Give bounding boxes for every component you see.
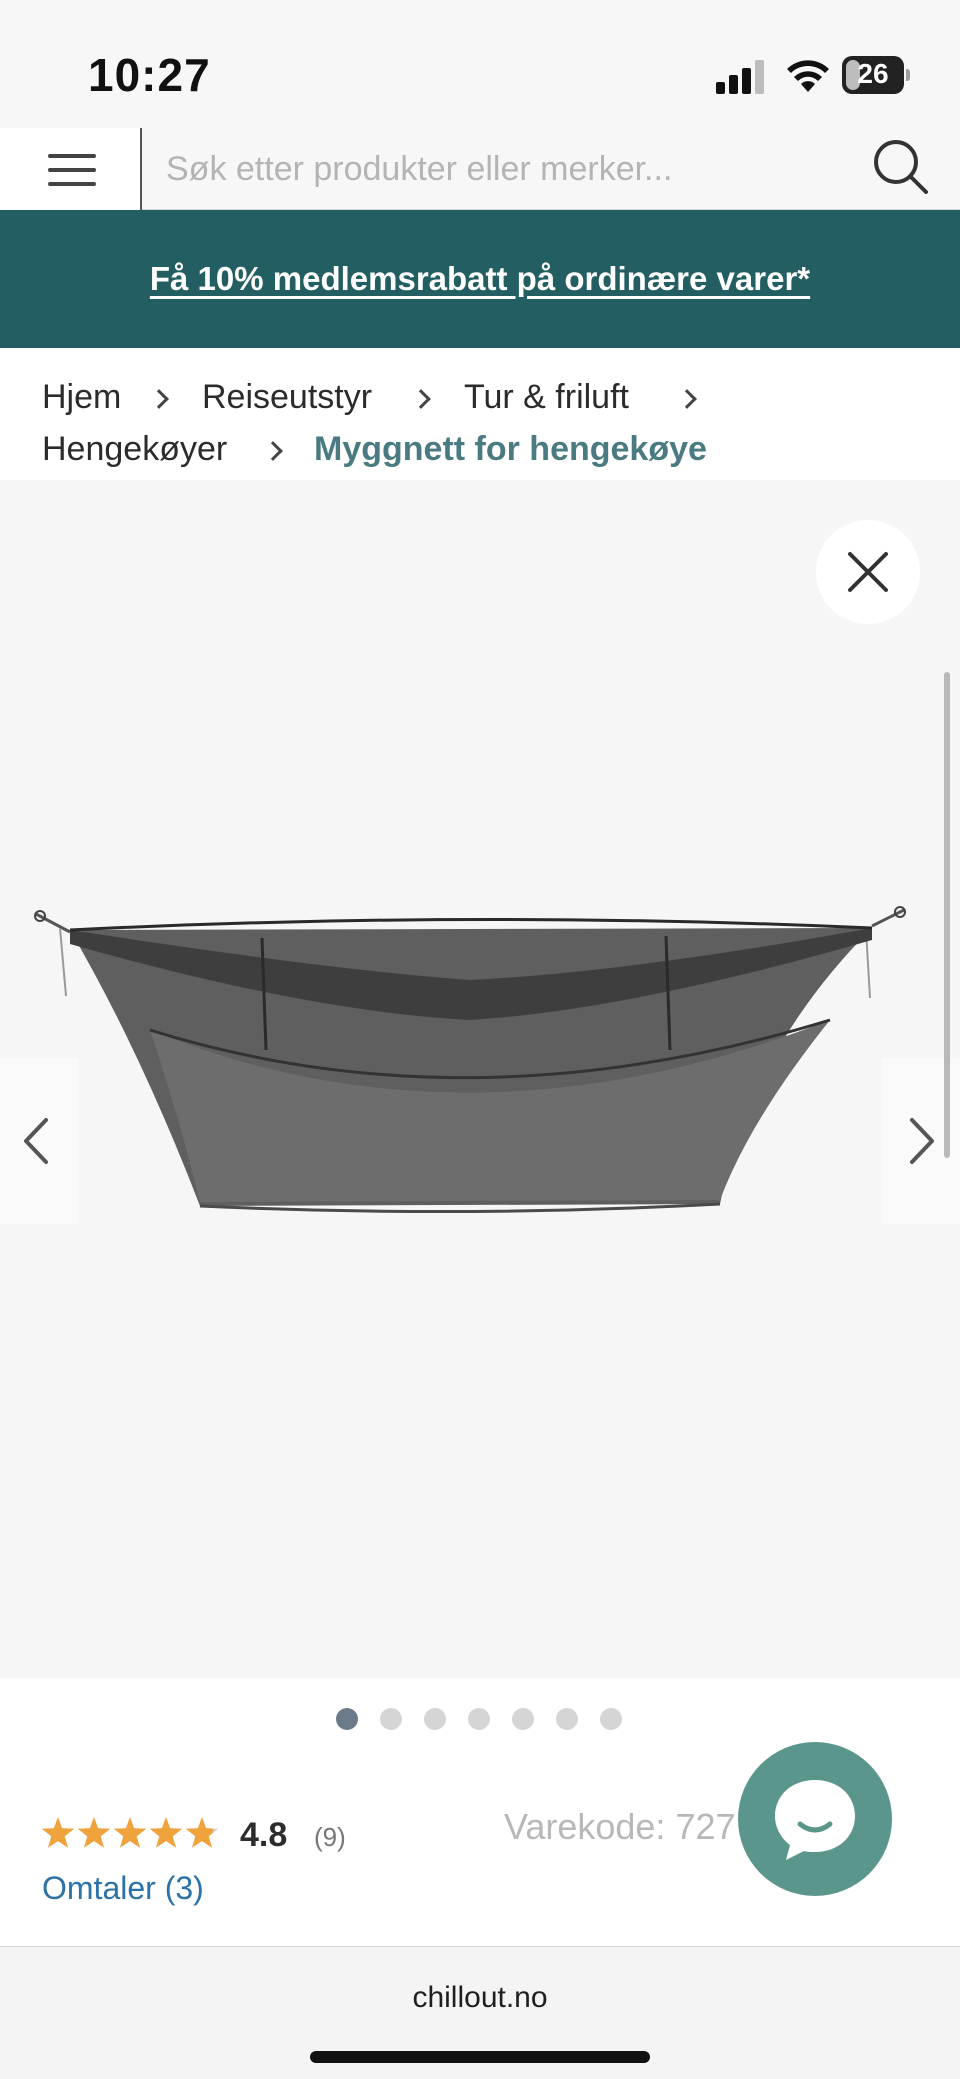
gallery-dot[interactable] (424, 1708, 446, 1730)
breadcrumb: Hjem Reiseutstyr Tur & friluft Hengekøye… (0, 348, 960, 480)
browser-url[interactable]: chillout.no (0, 1981, 960, 2015)
search-input[interactable] (150, 134, 850, 204)
chevron-right-icon (411, 389, 431, 409)
site-header (0, 128, 960, 210)
wifi-icon (787, 60, 829, 92)
gallery-dot[interactable] (600, 1708, 622, 1730)
breadcrumb-item-reiseutstyr[interactable]: Reiseutstyr (202, 378, 372, 417)
promo-link[interactable]: Få 10% medlemsrabatt på ordinære varer* (0, 260, 960, 298)
gallery-dot[interactable] (380, 1708, 402, 1730)
product-image (34, 906, 906, 1214)
rating-count: (9) (314, 1822, 346, 1852)
cellular-signal-icon (716, 60, 764, 94)
chevron-right-icon (677, 389, 697, 409)
status-time: 10:27 (88, 49, 211, 101)
reviews-link[interactable]: Omtaler (3) (42, 1870, 204, 1907)
status-bar: 10:27 26 (0, 0, 960, 128)
close-gallery-button[interactable] (816, 520, 920, 624)
gallery-prev-button[interactable] (0, 1058, 78, 1224)
gallery-dot[interactable] (556, 1708, 578, 1730)
chevron-right-icon (263, 441, 283, 461)
product-gallery[interactable] (0, 480, 960, 1678)
gallery-dot[interactable] (336, 1708, 358, 1730)
star-icon (77, 1817, 111, 1848)
chevron-left-icon (24, 1118, 48, 1164)
menu-button[interactable] (0, 128, 142, 210)
star-icon (41, 1817, 75, 1848)
product-page: 10:27 26 F (0, 0, 960, 2079)
search-icon[interactable] (866, 132, 936, 204)
gallery-dot[interactable] (512, 1708, 534, 1730)
promo-banner: Få 10% medlemsrabatt på ordinære varer* (0, 210, 960, 348)
breadcrumb-item-tur-friluft[interactable]: Tur & friluft (464, 378, 629, 417)
breadcrumb-item-current: Myggnett for hengekøye (314, 430, 707, 468)
browser-address-bar[interactable]: chillout.no (0, 1946, 960, 2079)
battery-icon: 26 (842, 56, 910, 94)
breadcrumb-item-home[interactable]: Hjem (42, 378, 121, 417)
page-scrollbar[interactable] (944, 672, 950, 1158)
chat-bubble-icon (775, 1780, 855, 1860)
chat-button[interactable] (738, 1742, 892, 1896)
rating-value: 4.8 (240, 1816, 288, 1854)
chevron-right-icon (149, 389, 169, 409)
gallery-dot[interactable] (468, 1708, 490, 1730)
star-icon (149, 1817, 183, 1848)
battery-level: 26 (857, 58, 889, 89)
home-indicator (310, 2051, 650, 2063)
rating-stars (41, 1817, 219, 1848)
close-icon (848, 552, 888, 592)
breadcrumb-item-hengekoyer[interactable]: Hengekøyer (42, 430, 227, 469)
star-icon (113, 1817, 147, 1848)
